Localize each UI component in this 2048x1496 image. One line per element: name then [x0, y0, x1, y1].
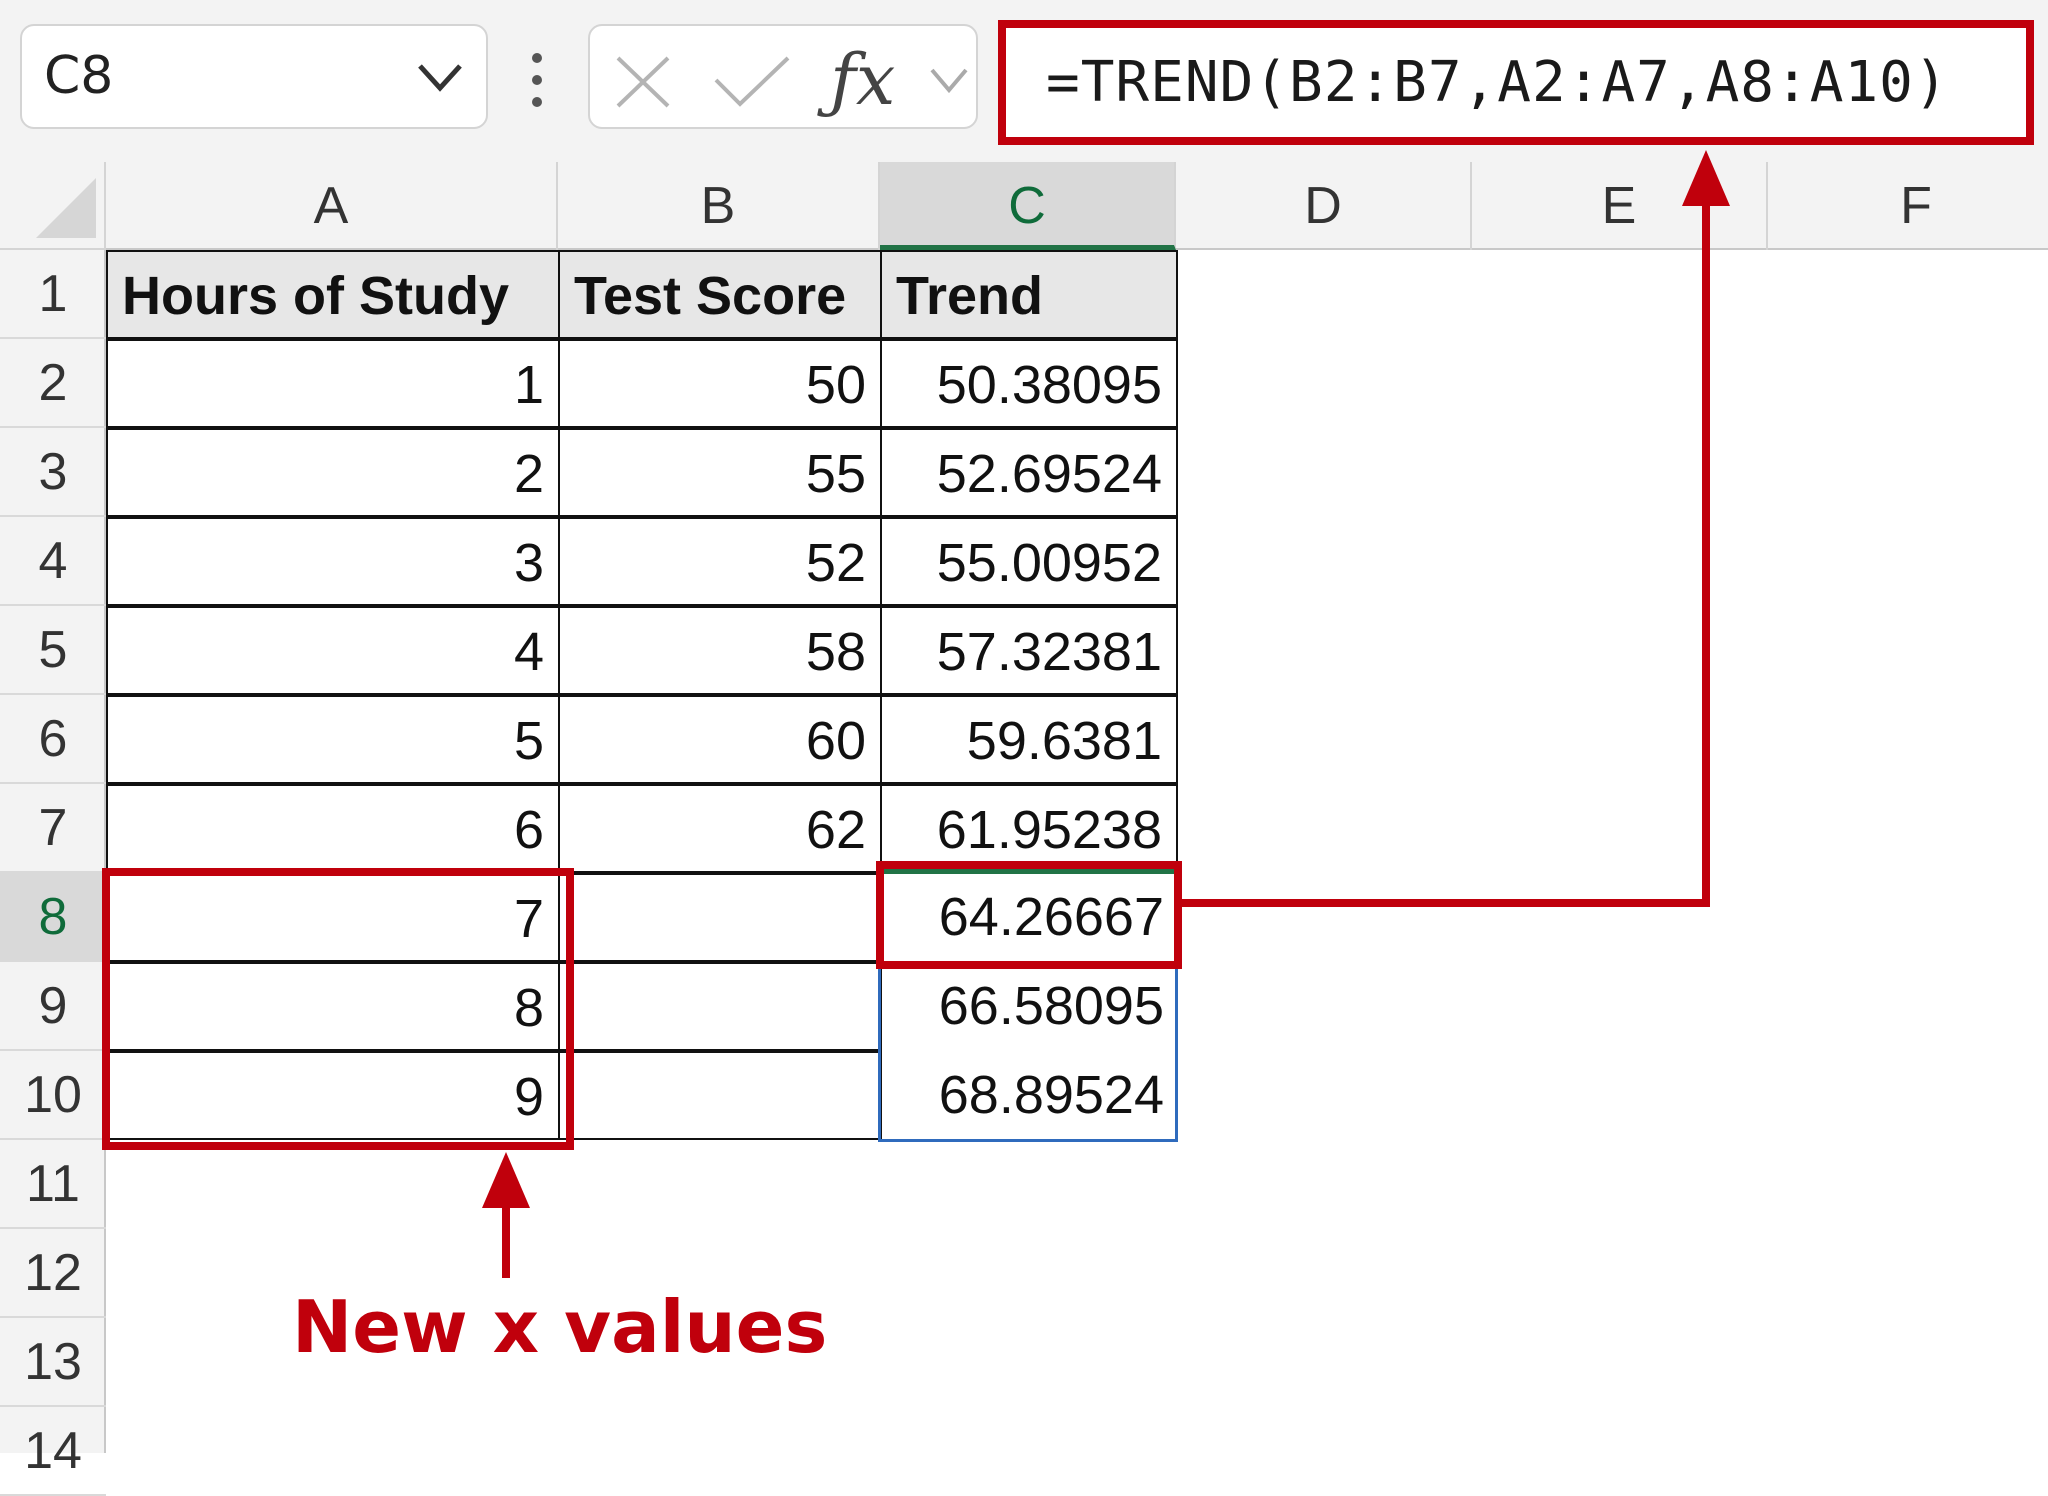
name-box-value: C8 [44, 46, 114, 106]
row-header-13[interactable]: 13 [0, 1318, 106, 1407]
row-header-5[interactable]: 5 [0, 606, 106, 695]
up-arrow-icon [482, 1152, 530, 1208]
row-header-2[interactable]: 2 [0, 339, 106, 428]
active-cell-highlight-box [876, 861, 1182, 969]
cell-c2[interactable]: 50.38095 [880, 339, 1178, 428]
vertical-dots-icon[interactable] [522, 52, 552, 108]
cell-b5[interactable]: 58 [558, 606, 882, 695]
column-header-c[interactable]: C [880, 162, 1176, 250]
column-header-e[interactable]: E [1472, 162, 1768, 250]
cell-a1[interactable]: Hours of Study [106, 250, 560, 339]
cell-a2[interactable]: 1 [106, 339, 560, 428]
row-header-12[interactable]: 12 [0, 1229, 106, 1318]
row-header-1[interactable]: 1 [0, 250, 106, 339]
cell-a4[interactable]: 3 [106, 517, 560, 606]
cell-b8[interactable] [558, 873, 882, 962]
new-x-values-box [102, 868, 574, 1150]
select-all-icon [36, 178, 96, 238]
fx-icon[interactable]: ƒx [830, 30, 895, 130]
close-icon[interactable] [612, 54, 674, 110]
cell-b3[interactable]: 55 [558, 428, 882, 517]
row-header-9[interactable]: 9 [0, 962, 106, 1051]
column-header-b[interactable]: B [558, 162, 880, 250]
cell-c4[interactable]: 55.00952 [880, 517, 1178, 606]
cell-b2[interactable]: 50 [558, 339, 882, 428]
cell-c7[interactable]: 61.95238 [880, 784, 1178, 873]
cell-a7[interactable]: 6 [106, 784, 560, 873]
chevron-down-icon[interactable] [926, 60, 972, 100]
column-header-a[interactable]: A [106, 162, 558, 250]
row-header-4[interactable]: 4 [0, 517, 106, 606]
column-header-d[interactable]: D [1176, 162, 1472, 250]
formula-highlight-box [998, 20, 2034, 145]
row-header-14[interactable]: 14 [0, 1407, 106, 1496]
cell-b1[interactable]: Test Score [558, 250, 882, 339]
cell-c5[interactable]: 57.32381 [880, 606, 1178, 695]
cell-a6[interactable]: 5 [106, 695, 560, 784]
cell-b4[interactable]: 52 [558, 517, 882, 606]
row-header-10[interactable]: 10 [0, 1051, 106, 1140]
cell-a3[interactable]: 2 [106, 428, 560, 517]
chevron-down-icon[interactable] [410, 52, 470, 102]
cell-b7[interactable]: 62 [558, 784, 882, 873]
row-header-11[interactable]: 11 [0, 1140, 106, 1229]
cell-b6[interactable]: 60 [558, 695, 882, 784]
cell-c1[interactable]: Trend [880, 250, 1178, 339]
row-header-8[interactable]: 8 [0, 873, 106, 962]
row-header-6[interactable]: 6 [0, 695, 106, 784]
row-header-7[interactable]: 7 [0, 784, 106, 873]
connector-line [1182, 190, 1710, 907]
column-header-f[interactable]: F [1768, 162, 2048, 250]
checkmark-icon[interactable] [712, 54, 792, 110]
cell-b10[interactable] [558, 1051, 882, 1140]
cell-b9[interactable] [558, 962, 882, 1051]
cell-a5[interactable]: 4 [106, 606, 560, 695]
row-header-3[interactable]: 3 [0, 428, 106, 517]
annotation-label: New x values [292, 1285, 828, 1369]
cell-c6[interactable]: 59.6381 [880, 695, 1178, 784]
cell-c3[interactable]: 52.69524 [880, 428, 1178, 517]
